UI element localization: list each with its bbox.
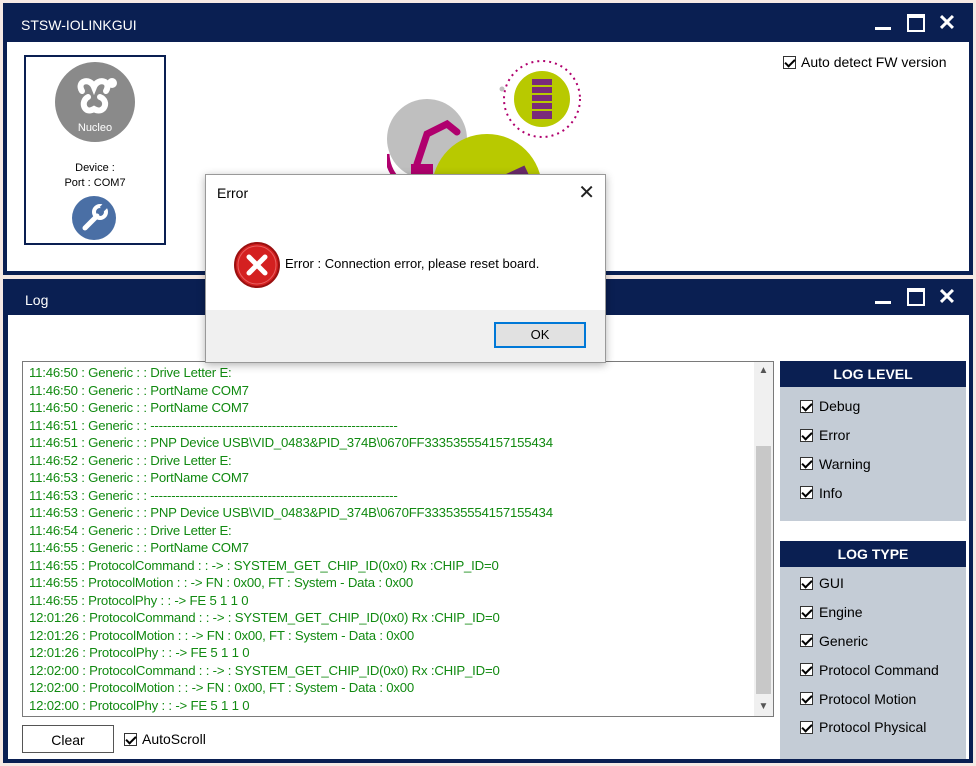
scroll-thumb[interactable] xyxy=(756,446,771,694)
dialog-footer: OK xyxy=(206,310,605,362)
log-type-item-generic[interactable]: Generic xyxy=(780,627,966,656)
log-level-panel: LOG LEVEL Debug Error Warning Info xyxy=(780,361,966,521)
auto-detect-label: Auto detect FW version xyxy=(801,54,947,70)
log-client-area: 11:46:50 : Generic : : Drive Letter E: 11… xyxy=(8,315,969,759)
ok-button[interactable]: OK xyxy=(494,322,586,348)
error-dialog: Error ✕ Error : Connection error, please… xyxy=(205,174,606,363)
port-label: Port : COM7 xyxy=(64,177,126,189)
auto-detect-checkbox[interactable]: Auto detect FW version xyxy=(783,54,947,70)
log-line: 11:46:53 : Generic : : PNP Device USB\VI… xyxy=(29,505,553,520)
log-line: 11:46:52 : Generic : : Drive Letter E: xyxy=(29,452,232,468)
checkbox-label: Protocol Command xyxy=(819,661,939,678)
nucleo-logo-text: Nucleo xyxy=(78,122,112,134)
checkbox-icon[interactable] xyxy=(800,399,813,413)
checkbox-icon[interactable] xyxy=(800,576,813,590)
checkbox-icon[interactable] xyxy=(124,732,137,746)
log-line: 11:46:50 : Generic : : Drive Letter E: xyxy=(29,365,232,380)
checkbox-label: Warning xyxy=(819,455,871,472)
log-line: 11:46:55 : ProtocolCommand : : -> : SYST… xyxy=(29,557,499,573)
log-scrollbar[interactable]: ▲ ▼ xyxy=(754,362,773,716)
log-line: 11:46:54 : Generic : : Drive Letter E: xyxy=(29,522,232,538)
close-icon[interactable]: ✕ xyxy=(933,283,961,311)
checkbox-icon[interactable] xyxy=(800,634,813,648)
log-line: 11:46:51 : Generic : : PNP Device USB\VI… xyxy=(29,435,553,450)
log-line: 12:01:26 : ProtocolMotion : : -> FN : 0x… xyxy=(29,627,415,643)
main-window-title: STSW-IOLINKGUI xyxy=(21,17,137,33)
log-lines: 11:46:50 : Generic : : Drive Letter E: 11… xyxy=(29,364,751,714)
log-line: 12:01:26 : ProtocolPhy : : -> FE 5 1 1 0 xyxy=(29,645,250,660)
close-icon[interactable]: ✕ xyxy=(578,180,595,205)
log-line: 12:02:00 : ProtocolMotion : : -> FN : 0x… xyxy=(29,680,415,695)
log-type-item-protocol-command[interactable]: Protocol Command xyxy=(780,655,966,684)
autoscroll-checkbox[interactable]: AutoScroll xyxy=(124,731,206,747)
checkbox-icon[interactable] xyxy=(800,428,813,442)
log-line: 11:46:53 : Generic : : PortName COM7 xyxy=(29,470,249,485)
main-titlebar: STSW-IOLINKGUI ✕ xyxy=(3,3,973,41)
scroll-up-icon[interactable]: ▲ xyxy=(754,362,773,380)
log-window-title: Log xyxy=(25,292,49,308)
log-type-item-gui[interactable]: GUI xyxy=(780,569,966,598)
checkbox-icon[interactable] xyxy=(800,720,813,734)
device-panel[interactable]: Nucleo Device : Port : COM7 xyxy=(24,55,166,245)
log-line: 11:46:55 : ProtocolMotion : : -> FN : 0x… xyxy=(29,575,414,590)
log-level-item-debug[interactable]: Debug xyxy=(780,392,966,421)
autoscroll-label: AutoScroll xyxy=(142,731,206,747)
log-type-item-engine[interactable]: Engine xyxy=(780,598,966,627)
checkbox-label: Error xyxy=(819,427,851,444)
minimize-icon[interactable] xyxy=(869,283,897,311)
log-level-item-warning[interactable]: Warning xyxy=(780,450,966,479)
log-textbox[interactable]: 11:46:50 : Generic : : Drive Letter E: 11… xyxy=(22,361,774,717)
checkbox-icon[interactable] xyxy=(800,457,813,471)
checkbox-label: Engine xyxy=(819,604,863,621)
checkbox-label: Protocol Physical xyxy=(819,719,927,736)
error-dialog-title: Error xyxy=(217,185,249,201)
log-line: 11:46:51 : Generic : : -----------------… xyxy=(29,417,398,433)
log-type-panel: LOG TYPE GUI Engine Generic Protocol Comman… xyxy=(780,541,966,759)
checkbox-label: Protocol Motion xyxy=(819,690,917,707)
close-icon[interactable]: ✕ xyxy=(933,9,961,37)
error-message: Error : Connection error, please reset b… xyxy=(285,256,540,271)
log-line: 11:46:53 : Generic : : -----------------… xyxy=(29,487,398,503)
checkbox-icon[interactable] xyxy=(800,605,813,619)
log-type-title: LOG TYPE xyxy=(780,541,966,567)
checkbox-label: Debug xyxy=(819,398,861,415)
log-line: 11:46:50 : Generic : : PortName COM7 xyxy=(29,400,249,415)
log-type-items: GUI Engine Generic Protocol Command Protocol… xyxy=(780,567,966,742)
checkbox-label: Info xyxy=(819,484,843,501)
log-type-item-protocol-motion[interactable]: Protocol Motion xyxy=(780,684,966,713)
wrench-icon[interactable] xyxy=(71,195,117,241)
log-level-item-info[interactable]: Info xyxy=(780,478,966,507)
log-level-title: LOG LEVEL xyxy=(780,361,966,387)
error-icon xyxy=(234,242,280,288)
log-type-item-protocol-physical[interactable]: Protocol Physical xyxy=(780,713,966,742)
log-line: 11:46:55 : Generic : : PortName COM7 xyxy=(29,540,249,555)
minimize-icon[interactable] xyxy=(869,9,897,37)
checkbox-label: GUI xyxy=(819,575,844,592)
checkbox-icon[interactable] xyxy=(800,692,813,706)
checkbox-icon[interactable] xyxy=(800,486,813,500)
checkbox-label: Generic xyxy=(819,632,869,649)
checkbox-icon[interactable] xyxy=(783,55,796,69)
log-level-item-error[interactable]: Error xyxy=(780,421,966,450)
log-line: 11:46:55 : ProtocolPhy : : -> FE 5 1 1 0 xyxy=(29,592,249,608)
log-line: 12:01:26 : ProtocolCommand : : -> : SYST… xyxy=(29,610,500,625)
scroll-down-icon[interactable]: ▼ xyxy=(754,698,773,716)
maximize-icon[interactable] xyxy=(901,9,929,37)
log-line: 11:46:50 : Generic : : PortName COM7 xyxy=(29,382,249,398)
clear-button[interactable]: Clear xyxy=(22,725,114,753)
nucleo-logo-icon: Nucleo xyxy=(55,62,135,142)
log-line: 12:02:00 : ProtocolPhy : : -> FE 5 1 1 0 xyxy=(29,697,250,713)
log-line: 12:02:00 : ProtocolCommand : : -> : SYST… xyxy=(29,662,500,678)
maximize-icon[interactable] xyxy=(901,283,929,311)
device-label: Device : xyxy=(75,162,115,174)
checkbox-icon[interactable] xyxy=(800,663,813,677)
log-level-items: Debug Error Warning Info xyxy=(780,387,966,507)
